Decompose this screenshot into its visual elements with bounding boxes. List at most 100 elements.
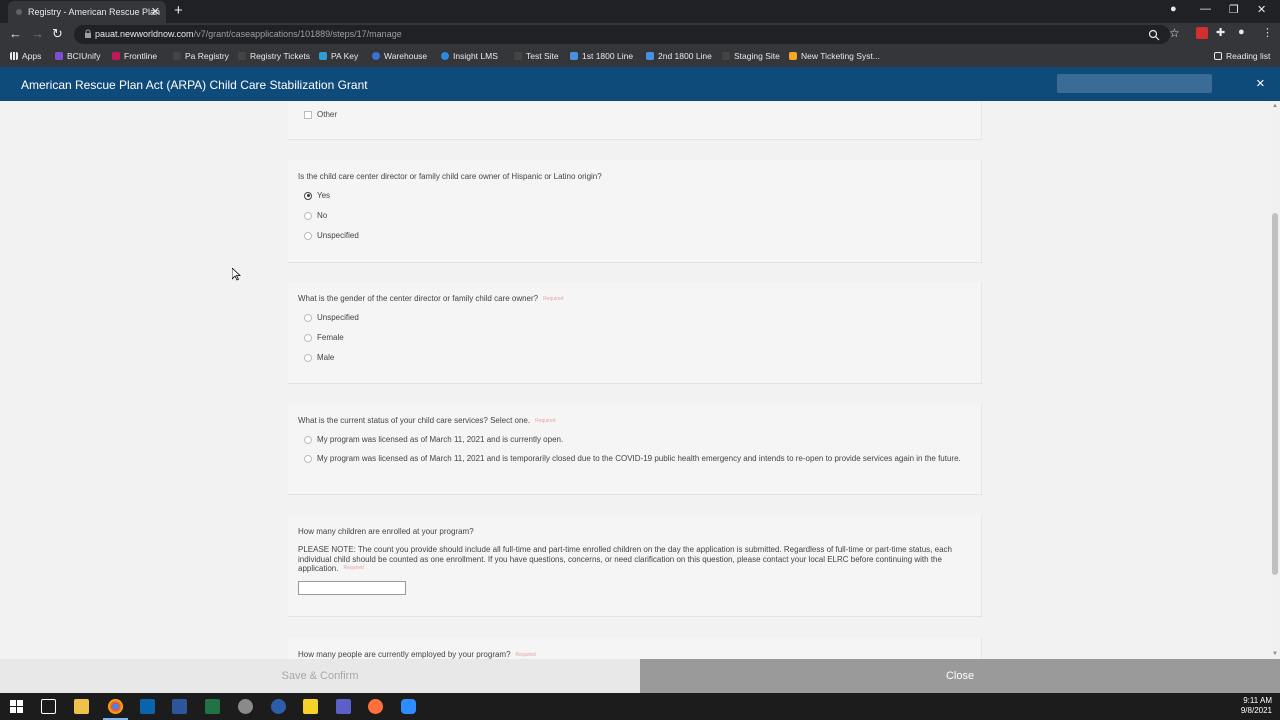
save-confirm-button[interactable]: Save & Confirm (0, 659, 640, 693)
question-text: Is the child care center director or fam… (298, 172, 602, 181)
sticky-notes-icon[interactable] (303, 699, 318, 714)
radio-button[interactable] (304, 191, 312, 200)
required-indicator: Required (543, 295, 564, 302)
children-enrolled-panel: How many children are enrolled at your p… (288, 515, 982, 617)
bookmark-label: Registry Tickets (250, 51, 310, 61)
firefox-icon[interactable] (368, 699, 383, 714)
tab-title: Registry - American Rescue Plan (28, 7, 161, 17)
bookmark-label: BCIUnify (67, 51, 101, 61)
radio-option-yes[interactable]: Yes (304, 191, 330, 200)
reload-icon[interactable]: ↻ (52, 26, 63, 42)
insight-lms-icon (441, 52, 449, 60)
word-icon[interactable] (172, 699, 187, 714)
bookmark-star-icon[interactable]: ☆ (1169, 26, 1180, 40)
bookmark-2nd-1800-line[interactable]: 2nd 1800 Line (646, 51, 712, 61)
bookmark-apps[interactable]: Apps (10, 51, 41, 61)
scroll-down-icon[interactable]: ▼ (1272, 651, 1278, 657)
bookmark-label: Frontline (124, 51, 158, 61)
profile-icon[interactable]: ● (1238, 26, 1245, 38)
reading-list[interactable]: Reading list (1214, 51, 1270, 61)
radio-button[interactable] (304, 313, 312, 322)
hispanic-question-panel: Is the child care center director or fam… (288, 160, 982, 263)
checkbox[interactable] (304, 110, 312, 119)
page-title: American Rescue Plan Act (ARPA) Child Ca… (21, 78, 368, 92)
radio-button[interactable] (304, 211, 312, 220)
system-clock[interactable]: 9:11 AM 9/8/2021 (1241, 696, 1272, 716)
new-tab-button[interactable]: + (174, 2, 183, 19)
gender-question-panel: What is the gender of the center directo… (288, 282, 982, 384)
windows-start-icon[interactable] (9, 699, 24, 714)
radio-button[interactable] (304, 435, 312, 444)
url-text: pauat.newworldnow.com/v7/grant/caseappli… (95, 29, 402, 39)
profile-dot-icon[interactable]: ● (1170, 3, 1177, 15)
phone-line-icon (646, 52, 654, 60)
close-icon[interactable]: × (1256, 76, 1265, 91)
bookmark-1st-1800-line[interactable]: 1st 1800 Line (570, 51, 633, 61)
bookmark-test-site[interactable]: Test Site (514, 51, 559, 61)
scrollbar-thumb[interactable] (1272, 213, 1278, 575)
chrome-menu-icon[interactable]: ⋮ (1262, 26, 1273, 39)
task-view-icon[interactable] (41, 699, 56, 714)
radio-button[interactable] (304, 333, 312, 342)
minimize-icon[interactable]: — (1200, 3, 1211, 15)
radio-button[interactable] (304, 353, 312, 362)
file-explorer-icon[interactable] (74, 699, 89, 714)
close-button[interactable]: Close (640, 659, 1280, 693)
forward-arrow-icon[interactable]: → (31, 26, 44, 41)
bookmark-pa-registry[interactable]: Pa Registry (173, 51, 229, 61)
option-label: No (317, 211, 328, 220)
redacted-user-info (1057, 74, 1212, 93)
question-text: What is the gender of the center directo… (298, 294, 564, 303)
zoom-search-icon[interactable] (1148, 29, 1160, 41)
ticketing-icon (789, 52, 797, 60)
bookmark-label: PA Key (331, 51, 359, 61)
zoom-icon[interactable] (401, 699, 416, 714)
radio-option-female[interactable]: Female (304, 333, 344, 342)
bookmark-label: 2nd 1800 Line (658, 51, 712, 61)
scroll-up-icon[interactable]: ▲ (1272, 103, 1278, 109)
address-bar[interactable]: pauat.newworldnow.com/v7/grant/caseappli… (74, 25, 1170, 44)
page-scrollbar[interactable]: ▲ ▼ (1270, 101, 1280, 659)
registry-tickets-icon (238, 52, 246, 60)
window-close-icon[interactable]: ✕ (1257, 3, 1266, 16)
radio-option-open[interactable]: My program was licensed as of March 11, … (304, 435, 563, 444)
reading-list-icon (1214, 52, 1222, 60)
teams-icon[interactable] (336, 699, 351, 714)
excel-icon[interactable] (205, 699, 220, 714)
bookmark-warehouse[interactable]: Warehouse (372, 51, 427, 61)
radio-option-unspecified[interactable]: Unspecified (304, 231, 359, 240)
frontline-icon (112, 52, 120, 60)
bookmark-pa-key[interactable]: PA Key (319, 51, 358, 61)
radio-option-no[interactable]: No (304, 211, 327, 220)
browser-tab[interactable]: Registry - American Rescue Plan ✕ (8, 1, 166, 23)
bookmark-frontline[interactable]: Frontline (112, 51, 157, 61)
bookmark-staging-site[interactable]: Staging Site (722, 51, 780, 61)
snipping-tool-icon[interactable] (238, 699, 253, 714)
pdf-extension-icon[interactable] (1196, 27, 1208, 39)
pa-registry-icon (173, 52, 181, 60)
chrome-taskbar-icon[interactable] (103, 699, 128, 720)
bookmark-insight-lms[interactable]: Insight LMS (441, 51, 498, 61)
radio-button[interactable] (304, 231, 312, 240)
bookmark-new-ticketing[interactable]: New Ticketing Syst... (789, 51, 880, 61)
radio-option-temporarily-closed[interactable]: My program was licensed as of March 11, … (304, 454, 964, 464)
radio-button[interactable] (304, 455, 312, 463)
browser-toolbar: ← → ↻ pauat.newworldnow.com/v7/grant/cas… (0, 23, 1280, 46)
option-label: Other (317, 110, 338, 119)
bookmarks-bar: Apps BCIUnify Frontline Pa Registry Regi… (0, 46, 1280, 67)
restore-icon[interactable]: ❐ (1229, 3, 1239, 16)
outlook-icon[interactable] (140, 699, 155, 714)
ethnicity-panel-remnant: Other (288, 101, 982, 140)
bookmark-registry-tickets[interactable]: Registry Tickets (238, 51, 310, 61)
phone-app-icon[interactable] (271, 699, 286, 714)
back-arrow-icon[interactable]: ← (9, 26, 22, 41)
option-label: My program was licensed as of March 11, … (317, 454, 961, 463)
tab-close-icon[interactable]: ✕ (151, 5, 160, 18)
option-other[interactable]: Other (304, 110, 337, 119)
radio-option-male[interactable]: Male (304, 353, 334, 362)
bookmark-bciunify[interactable]: BCIUnify (55, 51, 101, 61)
extensions-puzzle-icon[interactable]: ✚ (1216, 26, 1225, 39)
radio-option-unspecified[interactable]: Unspecified (304, 313, 359, 322)
option-label: Male (317, 353, 335, 362)
children-count-input[interactable] (298, 581, 406, 595)
